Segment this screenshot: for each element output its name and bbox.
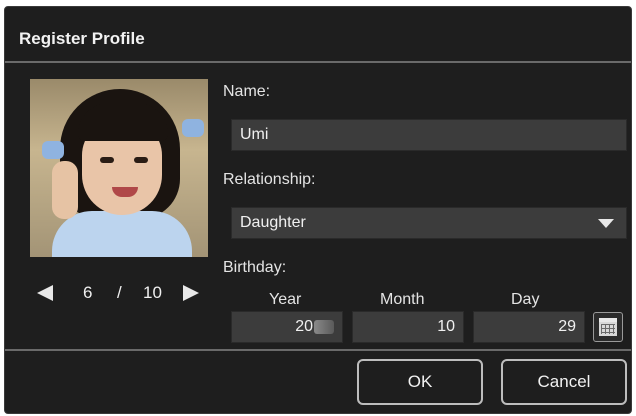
ok-button[interactable]: OK <box>357 359 483 405</box>
prev-arrow-icon[interactable] <box>37 285 53 301</box>
month-field[interactable]: 10 <box>352 311 464 343</box>
ok-button-label: OK <box>407 372 433 391</box>
profile-photo <box>30 79 208 257</box>
dialog-title: Register Profile <box>19 29 145 48</box>
year-value: 20 <box>295 318 313 335</box>
day-label: Day <box>511 291 540 308</box>
calendar-icon[interactable] <box>593 312 623 342</box>
cancel-button[interactable]: Cancel <box>501 359 627 405</box>
photo-pager: 6 / 10 <box>35 281 205 305</box>
month-value: 10 <box>437 318 455 335</box>
name-value: Umi <box>240 126 269 143</box>
year-label: Year <box>269 291 302 308</box>
dialog-titlebar: Register Profile <box>5 7 631 63</box>
next-arrow-icon[interactable] <box>183 285 199 301</box>
name-label: Name: <box>223 83 271 100</box>
year-redacted-digits <box>314 319 334 334</box>
cancel-button-label: Cancel <box>537 372 591 391</box>
day-field[interactable]: 29 <box>473 311 585 343</box>
birthday-label: Birthday: <box>223 259 287 276</box>
footer-divider <box>5 349 631 351</box>
pager-separator: / <box>117 283 122 302</box>
pager-total: 10 <box>143 283 162 302</box>
day-value: 29 <box>558 318 576 335</box>
dropdown-arrow-icon[interactable] <box>598 219 614 228</box>
relationship-value: Daughter <box>240 214 306 231</box>
year-field[interactable]: 20 <box>231 311 343 343</box>
pager-current: 6 <box>83 283 93 302</box>
relationship-select[interactable]: Daughter <box>231 207 627 239</box>
register-profile-dialog: Register Profile 6 / 10 Name: Umi Relati… <box>4 6 632 414</box>
relationship-label: Relationship: <box>223 171 316 188</box>
month-label: Month <box>380 291 425 308</box>
name-field[interactable]: Umi <box>231 119 627 151</box>
